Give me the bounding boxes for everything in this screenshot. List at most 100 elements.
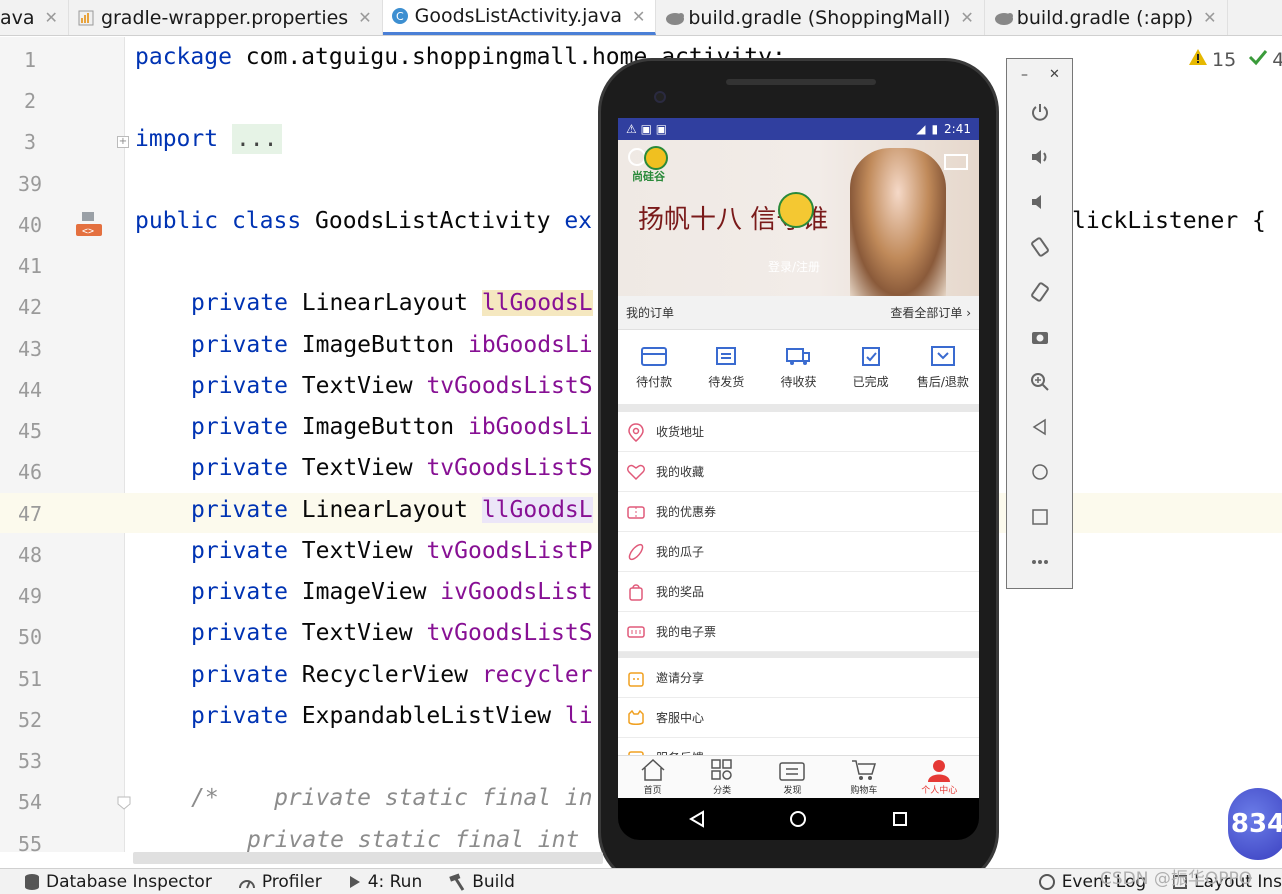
order-label: 待收获 <box>780 374 817 389</box>
line-number: 52 <box>17 708 43 732</box>
inspection-widget[interactable]: 15 4 <box>1188 48 1282 71</box>
field-declaration: private ExpandableListView li <box>191 703 593 729</box>
menu-favorites[interactable]: 我的收藏 <box>618 452 979 492</box>
nav-label: 个人中心 <box>921 786 958 796</box>
order-after-sales[interactable]: 售后/退款 <box>913 345 973 390</box>
line-number: 48 <box>17 543 43 567</box>
close-icon[interactable]: ✕ <box>632 7 645 26</box>
nav-overview-icon[interactable] <box>891 810 909 832</box>
device-screen[interactable]: ⚠ ▣ ▣ ◢ ▮ 2:41 尚硅谷 扬帆十八 信守谁 登录/注册 我的订单 查… <box>618 118 979 798</box>
floating-assistant-badge[interactable]: 834 <box>1228 788 1282 860</box>
order-pending-receipt[interactable]: 待收获 <box>768 345 828 390</box>
close-icon[interactable]: ✕ <box>45 8 58 27</box>
power-icon[interactable] <box>1027 99 1053 125</box>
view-all-orders-link[interactable]: 查看全部订单 › <box>890 304 971 321</box>
tab-java-partial[interactable]: ava ✕ <box>0 0 69 35</box>
menu-label: 我的收藏 <box>656 465 705 479</box>
profiler-button[interactable]: Profiler <box>238 872 322 892</box>
location-pin-icon <box>628 422 644 442</box>
run-button[interactable]: 4: Run <box>348 872 422 892</box>
ticket-icon <box>627 625 645 638</box>
android-nav-bar <box>618 798 979 840</box>
brand-name: 尚硅谷 <box>632 170 665 183</box>
menu-seeds[interactable]: 我的瓜子 <box>618 532 979 572</box>
field-type: TextView <box>301 373 413 399</box>
order-label: 待付款 <box>636 374 673 389</box>
folded-imports[interactable]: ... <box>231 124 282 154</box>
order-pending-shipment[interactable]: 待发货 <box>696 345 756 390</box>
tab-goods-list-activity[interactable]: C GoodsListActivity.java ✕ <box>382 0 657 35</box>
line-number: 40 <box>17 213 43 237</box>
person-icon <box>928 760 951 782</box>
code-line-3: import ... <box>135 124 282 154</box>
nav-discover[interactable]: 发现 <box>778 758 806 796</box>
svg-text:<>: <> <box>82 226 94 236</box>
menu-label: 我的电子票 <box>656 625 717 639</box>
login-register-link[interactable]: 登录/注册 <box>768 258 820 275</box>
camera-icon[interactable] <box>1027 324 1053 350</box>
line-number: 55 <box>17 832 43 856</box>
menu-shipping-address[interactable]: 收货地址 <box>618 412 979 452</box>
order-completed[interactable]: 已完成 <box>841 345 901 390</box>
horizontal-scrollbar[interactable] <box>133 852 603 864</box>
build-button[interactable]: Build <box>448 872 515 892</box>
tab-gradle-wrapper[interactable]: gradle-wrapper.properties ✕ <box>69 0 383 35</box>
emulator-toolbar: – ✕ <box>1006 58 1073 589</box>
fold-expand-icon[interactable]: + <box>117 136 129 148</box>
nav-label: 分类 <box>713 786 732 796</box>
close-icon[interactable]: ✕ <box>358 8 371 27</box>
warning-count: 15 <box>1212 48 1237 71</box>
rotate-right-icon[interactable] <box>1027 279 1053 305</box>
banner-calligraphy: 扬帆十八 信守谁 <box>638 205 829 235</box>
close-icon[interactable]: ✕ <box>1049 67 1060 82</box>
watermark: CSDN @振华OPPO <box>1100 869 1253 889</box>
nav-label: 发现 <box>783 786 802 796</box>
tab-build-gradle-project[interactable]: build.gradle (ShoppingMall) ✕ <box>656 0 985 35</box>
nav-category[interactable]: 分类 <box>709 758 735 796</box>
line-number: 54 <box>17 790 43 814</box>
volume-down-icon[interactable] <box>1027 189 1053 215</box>
nav-back-icon[interactable] <box>688 810 706 832</box>
rotate-left-icon[interactable] <box>1027 234 1053 260</box>
menu-invite-share[interactable]: 邀请分享 <box>618 658 979 698</box>
menu-customer-service[interactable]: 客服中心 <box>618 698 979 738</box>
field-declaration: private RecyclerView recycler <box>191 662 593 688</box>
order-label: 售后/退款 <box>916 374 969 389</box>
line-number: 42 <box>17 295 43 319</box>
more-icon[interactable] <box>1027 549 1053 575</box>
implements-marker-icon[interactable]: <> <box>76 212 102 237</box>
share-gift-icon <box>628 671 644 687</box>
database-icon <box>25 873 39 890</box>
zoom-icon[interactable] <box>1027 369 1053 395</box>
menu-coupons[interactable]: 我的优惠券 <box>618 492 979 532</box>
avatar[interactable] <box>778 192 814 228</box>
line-number: 1 <box>23 48 37 72</box>
menu-e-tickets[interactable]: 我的电子票 <box>618 612 979 652</box>
tab-build-gradle-app[interactable]: build.gradle (:app) ✕ <box>985 0 1228 35</box>
line-number: 53 <box>17 749 43 773</box>
menu-prizes[interactable]: 我的奖品 <box>618 572 979 612</box>
nav-profile[interactable]: 个人中心 <box>921 758 957 796</box>
overview-icon[interactable] <box>1027 504 1053 530</box>
database-inspector-button[interactable]: Database Inspector <box>24 872 212 892</box>
close-icon[interactable]: ✕ <box>960 8 973 27</box>
keyword: import <box>135 126 219 152</box>
line-number: 45 <box>17 419 43 443</box>
warning-icon <box>1188 48 1208 71</box>
nav-home[interactable]: 首页 <box>640 758 666 796</box>
code-comment: private static final int <box>247 827 580 853</box>
line-number: 47 <box>17 502 43 526</box>
back-icon[interactable] <box>1027 414 1053 440</box>
cart-icon <box>851 760 876 780</box>
view-all-orders-label: 查看全部订单 <box>890 306 963 320</box>
nav-cart[interactable]: 购物车 <box>850 758 878 796</box>
nav-home-circle-icon[interactable] <box>789 810 807 832</box>
order-pending-payment[interactable]: 待付款 <box>624 345 684 390</box>
minimize-icon[interactable]: – <box>1021 67 1028 83</box>
tab-label: gradle-wrapper.properties <box>100 6 349 29</box>
home-icon[interactable] <box>1027 459 1053 485</box>
fold-collapse-icon[interactable] <box>117 795 131 810</box>
message-icon[interactable] <box>944 154 968 170</box>
volume-up-icon[interactable] <box>1027 144 1053 170</box>
close-icon[interactable]: ✕ <box>1203 8 1216 27</box>
